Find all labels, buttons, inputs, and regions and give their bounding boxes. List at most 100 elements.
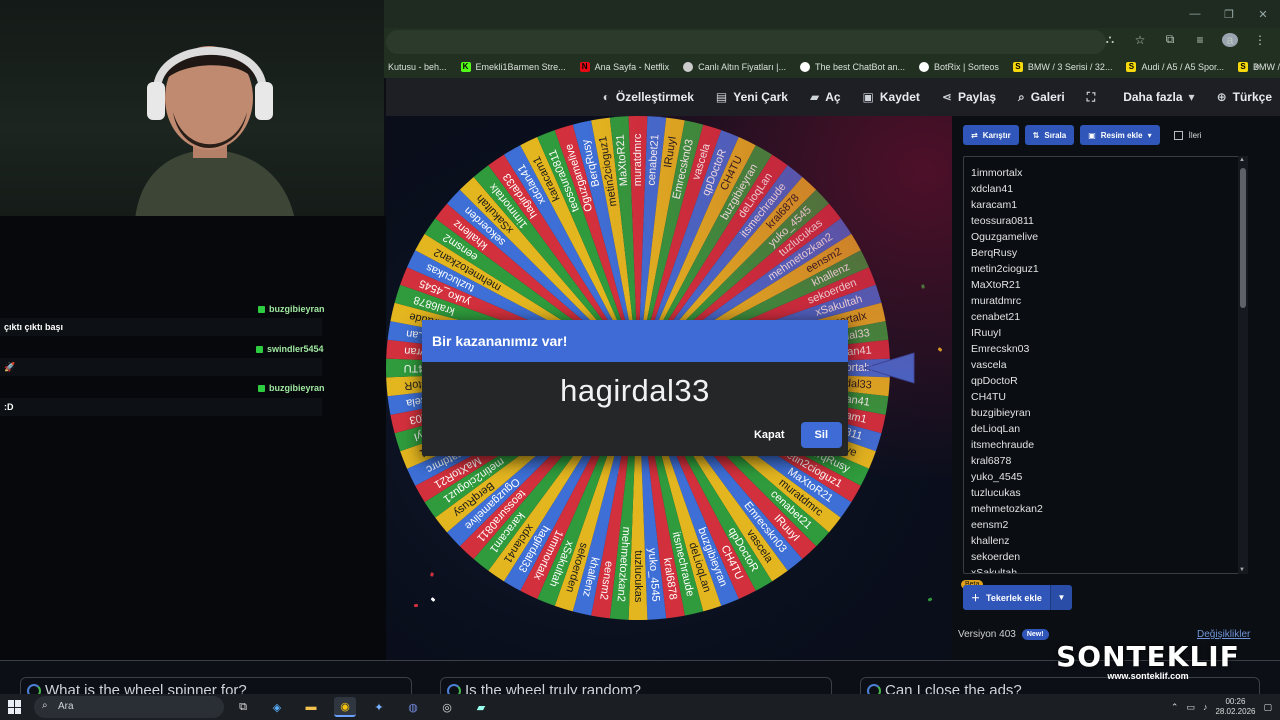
- changes-link[interactable]: Değişiklikler: [1197, 629, 1250, 640]
- restore-icon[interactable]: ❐: [1212, 0, 1246, 28]
- toolbar-label: Paylaş: [957, 90, 997, 104]
- app-icon[interactable]: ◈: [266, 697, 288, 717]
- add-image-label: Resim ekle: [1100, 130, 1143, 140]
- delete-button[interactable]: Sil: [800, 422, 842, 448]
- entry-item[interactable]: teossura0811: [971, 213, 1240, 229]
- toolbar-item[interactable]: ◐ Özelleştirmek: [603, 90, 694, 104]
- app-icon[interactable]: ✦: [368, 697, 390, 717]
- entry-item[interactable]: khallenz: [971, 533, 1240, 549]
- profile-avatar[interactable]: a: [1222, 32, 1238, 47]
- chevron-up-icon[interactable]: ⌃: [1171, 702, 1179, 713]
- extensions-icon[interactable]: ⧉: [1162, 32, 1178, 47]
- bookmark-item[interactable]: Canlı Altın Fiyatları |...: [683, 62, 786, 72]
- entry-item[interactable]: 1immortalx: [971, 165, 1240, 181]
- chat-username-label: buzgibieyran: [269, 383, 325, 393]
- entry-item[interactable]: cenabet21: [971, 309, 1240, 325]
- clock[interactable]: 00:26 28.02.2026: [1215, 697, 1255, 717]
- start-button[interactable]: [8, 700, 22, 714]
- scroll-down-icon[interactable]: ▼: [1239, 567, 1245, 573]
- clock-date: 28.02.2026: [1215, 707, 1256, 716]
- entry-item[interactable]: metin2cioguz1: [971, 261, 1240, 277]
- bookmark-label: BotRix | Sorteos: [934, 62, 999, 72]
- media-controls-icon[interactable]: ≡: [1192, 33, 1208, 47]
- file-explorer-icon[interactable]: ▬: [300, 697, 322, 717]
- entry-item[interactable]: yuko_4545: [971, 469, 1240, 485]
- translate-icon[interactable]: ⛬: [1102, 32, 1118, 47]
- bookmark-item[interactable]: S Audi / A5 / A5 Spor...: [1126, 62, 1224, 72]
- entries-scrollbar[interactable]: ▲ ▼: [1238, 156, 1248, 574]
- task-view-icon[interactable]: ⧉: [232, 697, 254, 717]
- toolbar-item[interactable]: ▤ Yeni Çark: [716, 90, 788, 104]
- taskbar-search[interactable]: ⌕ Ara: [34, 696, 224, 718]
- network-icon[interactable]: ▭: [1186, 702, 1195, 713]
- entry-item[interactable]: IRuuyI: [971, 325, 1240, 341]
- url-field[interactable]: [386, 30, 1106, 54]
- add-image-button[interactable]: ▣ Resim ekle ▾: [1080, 125, 1160, 145]
- chrome-icon[interactable]: ◉: [334, 697, 356, 717]
- entry-item[interactable]: Emrecskn03: [971, 341, 1240, 357]
- entry-item[interactable]: kral6878: [971, 453, 1240, 469]
- entry-item[interactable]: tuzlucukas: [971, 485, 1240, 501]
- checkbox-box[interactable]: [1173, 130, 1183, 140]
- minimize-icon[interactable]: —: [1178, 0, 1212, 28]
- scroll-thumb[interactable]: [1240, 168, 1246, 308]
- bookmark-item[interactable]: Kutusu - beh...: [388, 62, 447, 72]
- close-icon[interactable]: ✕: [1246, 0, 1280, 28]
- notifications-icon[interactable]: ▢: [1263, 702, 1272, 713]
- entry-item[interactable]: MaXtoR21: [971, 277, 1240, 293]
- sort-button[interactable]: ⇅ Sırala: [1024, 125, 1075, 145]
- entry-item[interactable]: Oguzgamelive: [971, 229, 1240, 245]
- add-wheels-dropdown[interactable]: ▼: [1049, 585, 1072, 610]
- toolbar-item[interactable]: ⋖ Paylaş: [942, 90, 996, 104]
- entry-item[interactable]: xdclan41: [971, 181, 1240, 197]
- toolbar-item[interactable]: ⛶: [1087, 90, 1101, 105]
- toolbar-label: Galeri: [1030, 90, 1065, 104]
- bookmark-item[interactable]: The best ChatBot an...: [799, 62, 905, 72]
- plus-icon: ＋: [971, 593, 981, 603]
- entry-item[interactable]: eensm2: [971, 517, 1240, 533]
- add-wheels-control: ＋ Tekerlek ekle ▼: [963, 585, 1072, 610]
- watermark-brand: SONTEKLIF: [1056, 640, 1240, 673]
- bookmark-item[interactable]: N Ana Sayfa - Netflix: [579, 62, 669, 72]
- entry-item[interactable]: vascela: [971, 357, 1240, 373]
- bookmark-item[interactable]: BotRix | Sorteos: [919, 62, 999, 72]
- app-icon[interactable]: ▰: [470, 697, 492, 717]
- toolbar-item[interactable]: ▣ Kaydet: [863, 90, 920, 104]
- volume-icon[interactable]: ♪: [1203, 702, 1208, 712]
- entry-item[interactable]: deLioqLan: [971, 421, 1240, 437]
- chat-username: swindler5454: [256, 344, 324, 354]
- entries-list: 1immortalx xdclan41 karacam1 teossura0811 Og…: [964, 157, 1247, 573]
- browser-menu-icon[interactable]: ⋮: [1252, 33, 1268, 47]
- entry-item[interactable]: mehmetozkan2: [971, 501, 1240, 517]
- advanced-checkbox[interactable]: İleri: [1173, 130, 1202, 140]
- entry-item[interactable]: CH4TU: [971, 389, 1240, 405]
- entry-item[interactable]: xSakultah: [971, 565, 1240, 573]
- new-badge[interactable]: New!: [1021, 629, 1049, 640]
- entry-item[interactable]: itsmechraude: [971, 437, 1240, 453]
- bookmark-item[interactable]: S BMW / 3 Serisi / 32...: [1012, 62, 1112, 72]
- bookmark-star-icon[interactable]: ☆: [1132, 33, 1148, 47]
- entry-item[interactable]: qpDoctoR: [971, 373, 1240, 389]
- entry-item[interactable]: karacam1: [971, 197, 1240, 213]
- chat-message: :D: [0, 398, 322, 416]
- shuffle-button[interactable]: ⇄ Karıştır: [963, 125, 1019, 145]
- more-bookmarks-button[interactable]: »: [1254, 61, 1260, 72]
- toolbar-item[interactable]: ▰ Aç: [810, 90, 841, 104]
- close-button[interactable]: Kapat: [750, 423, 789, 447]
- entry-item[interactable]: BerqRusy: [971, 245, 1240, 261]
- discord-icon[interactable]: ◍: [402, 697, 424, 717]
- scroll-up-icon[interactable]: ▲: [1239, 157, 1245, 163]
- entry-item[interactable]: buzgibieyran: [971, 405, 1240, 421]
- sort-icon: ⇅: [1032, 130, 1040, 140]
- bookmark-favicon-icon: S: [1238, 62, 1249, 72]
- entries-textarea[interactable]: 1immortalx xdclan41 karacam1 teossura0811 Og…: [963, 156, 1248, 574]
- entry-item[interactable]: sekoerden: [971, 549, 1240, 565]
- obs-icon[interactable]: ◎: [436, 697, 458, 717]
- bookmark-item[interactable]: K Emekli1Barmen Stre...: [460, 62, 566, 72]
- entry-item[interactable]: muratdmrc: [971, 293, 1240, 309]
- add-wheels-button[interactable]: ＋ Tekerlek ekle: [963, 585, 1050, 610]
- toolbar-item[interactable]: ⌕ Galeri: [1018, 90, 1065, 105]
- toolbar-item[interactable]: ⊕ Türkçe: [1217, 90, 1272, 104]
- toolbar-label: Özelleştirmek: [615, 90, 694, 104]
- toolbar-item[interactable]: Daha fazla ▾: [1123, 90, 1194, 104]
